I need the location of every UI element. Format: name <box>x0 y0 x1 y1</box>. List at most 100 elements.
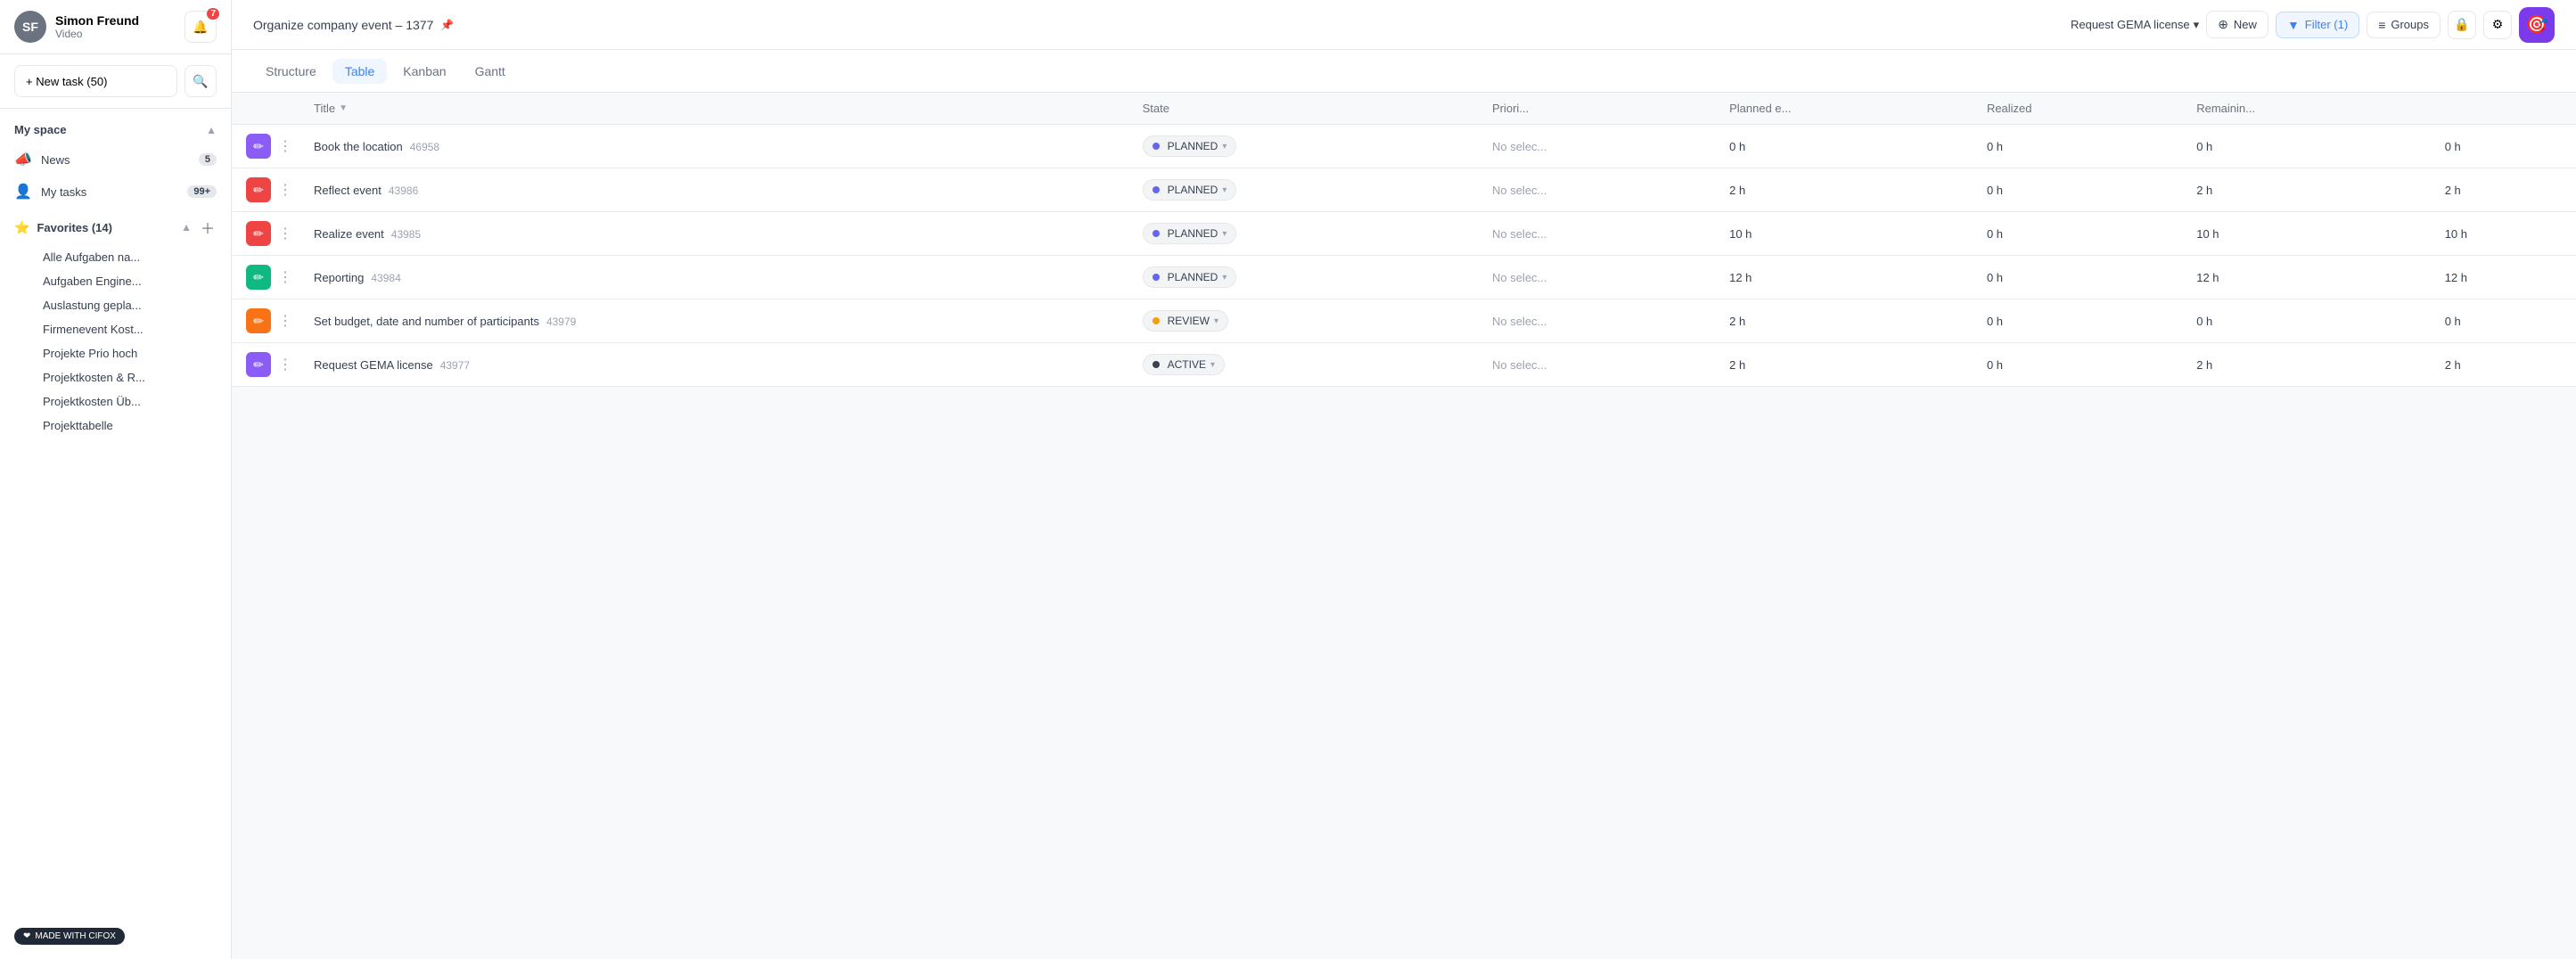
row-state-cell[interactable]: PLANNED ▾ <box>1128 168 1478 212</box>
row-state-cell[interactable]: PLANNED ▾ <box>1128 212 1478 256</box>
th-title[interactable]: Title▼ <box>299 93 1128 125</box>
new-button[interactable]: ⊕ New <box>2206 11 2268 38</box>
row-title-cell[interactable]: Reporting43984 <box>299 256 1128 299</box>
table-container[interactable]: Title▼StatePriori...Planned e...Realized… <box>232 93 2576 959</box>
status-dot <box>1153 143 1160 150</box>
status-badge[interactable]: PLANNED ▾ <box>1143 223 1237 244</box>
row-menu-dots[interactable]: ⋮ <box>275 179 296 201</box>
target-icon: 🎯 <box>2526 13 2548 36</box>
my-space-section[interactable]: My space ▲ <box>0 116 231 143</box>
row-extra-cell: 10 h <box>2431 212 2576 256</box>
row-state-cell[interactable]: PLANNED ▾ <box>1128 125 1478 168</box>
row-state-cell[interactable]: ACTIVE ▾ <box>1128 343 1478 387</box>
row-menu-dots[interactable]: ⋮ <box>275 354 296 376</box>
my-tasks-label: My tasks <box>41 185 178 199</box>
row-priority-cell[interactable]: No selec... <box>1478 256 1715 299</box>
favorites-list-item[interactable]: Projekttabelle <box>29 414 231 438</box>
my-space-title: My space <box>14 123 67 136</box>
row-menu-dots[interactable]: ⋮ <box>275 310 296 332</box>
status-badge[interactable]: REVIEW ▾ <box>1143 310 1228 332</box>
row-priority-cell[interactable]: No selec... <box>1478 343 1715 387</box>
row-remaining-cell: 2 h <box>2182 343 2430 387</box>
tab-kanban[interactable]: Kanban <box>390 59 458 84</box>
plus-icon: ⊕ <box>2218 17 2228 32</box>
filter-button[interactable]: ▼ Filter (1) <box>2276 12 2359 38</box>
planned-e-value: 2 h <box>1729 315 1745 328</box>
row-menu-cell[interactable]: ⋮ <box>271 168 299 212</box>
row-state-cell[interactable]: PLANNED ▾ <box>1128 256 1478 299</box>
priority-value: No selec... <box>1492 184 1546 197</box>
settings-button[interactable]: ⚙ <box>2483 11 2512 39</box>
favorites-list-item[interactable]: Projektkosten & R... <box>29 365 231 389</box>
row-priority-cell[interactable]: No selec... <box>1478 299 1715 343</box>
row-title-cell[interactable]: Request GEMA license43977 <box>299 343 1128 387</box>
task-type-icon: ✏ <box>246 177 271 202</box>
sidebar-actions: + New task (50) 🔍 <box>0 54 231 109</box>
sidebar-item-news[interactable]: 📣 News 5 <box>0 143 231 176</box>
row-remaining-cell: 10 h <box>2182 212 2430 256</box>
row-priority-cell[interactable]: No selec... <box>1478 168 1715 212</box>
news-icon: 📣 <box>14 151 32 168</box>
row-realized-cell: 0 h <box>1973 212 2182 256</box>
favorites-list-item[interactable]: Projekte Prio hoch <box>29 341 231 365</box>
priority-value: No selec... <box>1492 140 1546 153</box>
remaining-value: 2 h <box>2196 184 2212 197</box>
realized-value: 0 h <box>1987 315 2003 328</box>
favorites-add-button[interactable]: ＋ <box>199 218 217 236</box>
favorites-list-item[interactable]: Projektkosten Üb... <box>29 389 231 414</box>
my-tasks-badge: 99+ <box>187 185 217 198</box>
search-icon: 🔍 <box>193 74 208 89</box>
lock-button[interactable]: 🔒 <box>2448 11 2476 39</box>
priority-value: No selec... <box>1492 227 1546 241</box>
favorites-list: Alle Aufgaben na...Aufgaben Engine...Aus… <box>0 243 231 439</box>
tab-table[interactable]: Table <box>332 59 387 84</box>
row-planned-e-cell: 12 h <box>1715 256 1973 299</box>
row-menu-cell[interactable]: ⋮ <box>271 299 299 343</box>
search-button[interactable]: 🔍 <box>185 65 217 97</box>
status-badge[interactable]: PLANNED ▾ <box>1143 135 1237 157</box>
row-menu-dots[interactable]: ⋮ <box>275 135 296 158</box>
favorites-list-item[interactable]: Firmenevent Kost... <box>29 317 231 341</box>
target-button[interactable]: 🎯 <box>2519 7 2555 43</box>
status-dot <box>1153 361 1160 368</box>
row-menu-dots[interactable]: ⋮ <box>275 223 296 245</box>
settings-icon: ⚙ <box>2492 17 2504 32</box>
status-badge[interactable]: ACTIVE ▾ <box>1143 354 1225 375</box>
row-menu-cell[interactable]: ⋮ <box>271 343 299 387</box>
row-menu-dots[interactable]: ⋮ <box>275 266 296 289</box>
row-state-cell[interactable]: REVIEW ▾ <box>1128 299 1478 343</box>
notification-button[interactable]: 🔔 7 <box>185 11 217 43</box>
row-title-cell[interactable]: Set budget, date and number of participa… <box>299 299 1128 343</box>
status-label: PLANNED <box>1168 184 1218 196</box>
status-badge[interactable]: PLANNED ▾ <box>1143 266 1237 288</box>
row-title-cell[interactable]: Book the location46958 <box>299 125 1128 168</box>
row-title-cell[interactable]: Reflect event43986 <box>299 168 1128 212</box>
row-menu-cell[interactable]: ⋮ <box>271 256 299 299</box>
cifox-badge: ❤ MADE WITH CIFOX <box>14 928 125 945</box>
tab-structure[interactable]: Structure <box>253 59 329 84</box>
groups-button[interactable]: ≡ Groups <box>2367 12 2441 38</box>
extra-value: 12 h <box>2445 271 2467 284</box>
row-priority-cell[interactable]: No selec... <box>1478 212 1715 256</box>
sidebar-navigation: My space ▲ 📣 News 5 👤 My tasks 99+ ⭐ Fav… <box>0 109 231 959</box>
row-menu-cell[interactable]: ⋮ <box>271 212 299 256</box>
status-badge[interactable]: PLANNED ▾ <box>1143 179 1237 201</box>
status-label: PLANNED <box>1168 227 1218 240</box>
row-priority-cell[interactable]: No selec... <box>1478 125 1715 168</box>
favorites-list-item[interactable]: Aufgaben Engine... <box>29 269 231 293</box>
row-extra-cell: 2 h <box>2431 343 2576 387</box>
task-type-icon: ✏ <box>246 308 271 333</box>
favorites-list-item[interactable]: Auslastung gepla... <box>29 293 231 317</box>
favorites-header[interactable]: ⭐ Favorites (14) ▲ ＋ <box>0 211 231 243</box>
row-title-cell[interactable]: Realize event43985 <box>299 212 1128 256</box>
my-space-chevron: ▲ <box>206 124 217 136</box>
row-realized-cell: 0 h <box>1973 168 2182 212</box>
extra-value: 2 h <box>2445 184 2461 197</box>
favorites-list-item[interactable]: Alle Aufgaben na... <box>29 245 231 269</box>
tab-gantt[interactable]: Gantt <box>463 59 518 84</box>
request-gema-link[interactable]: Request GEMA license ▾ <box>2071 18 2199 32</box>
new-task-button[interactable]: + New task (50) <box>14 65 177 97</box>
sidebar-item-my-tasks[interactable]: 👤 My tasks 99+ <box>0 176 231 208</box>
table-header: Title▼StatePriori...Planned e...Realized… <box>232 93 2576 125</box>
row-menu-cell[interactable]: ⋮ <box>271 125 299 168</box>
